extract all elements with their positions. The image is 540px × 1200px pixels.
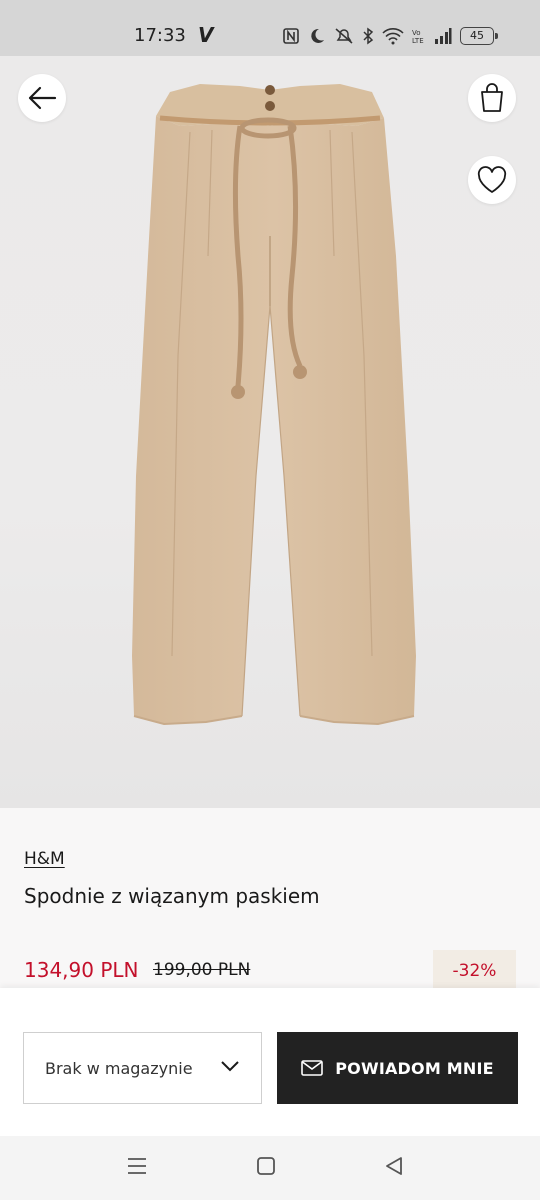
bluetooth-icon xyxy=(363,27,374,45)
back-button[interactable] xyxy=(18,74,66,122)
moon-icon xyxy=(311,28,324,43)
battery-indicator: 45 xyxy=(460,27,498,45)
product-image xyxy=(132,84,416,726)
brand-link[interactable]: H&M xyxy=(24,849,65,869)
discount-badge: -32% xyxy=(433,950,516,988)
chevron-down-icon xyxy=(221,1061,239,1072)
size-select[interactable]: Brak w magazynie xyxy=(23,1032,262,1104)
shopping-bag-icon xyxy=(481,83,503,112)
heart-outline-icon xyxy=(477,166,507,193)
envelope-icon xyxy=(301,1060,324,1076)
wifi-icon xyxy=(382,28,404,45)
status-icons: Vo LTE xyxy=(282,24,452,48)
svg-text:Vo: Vo xyxy=(412,29,421,37)
notify-me-label: POWIADOM MNIE xyxy=(335,1058,494,1078)
shopping-bag-button[interactable] xyxy=(468,74,516,122)
system-nav-bar xyxy=(0,1136,540,1200)
home-square-icon[interactable] xyxy=(256,1156,276,1176)
menu-icon[interactable] xyxy=(126,1156,148,1176)
status-bar: 17:33 V Vo LTE 45 xyxy=(0,0,540,56)
favorite-button[interactable] xyxy=(468,156,516,204)
product-image-gallery[interactable] xyxy=(0,56,540,808)
carrier-mark: V xyxy=(198,23,214,47)
notify-me-button[interactable]: POWIADOM MNIE xyxy=(277,1032,518,1104)
current-price: 134,90 PLN xyxy=(24,958,139,982)
status-time: 17:33 xyxy=(134,25,186,46)
back-triangle-icon[interactable] xyxy=(384,1156,404,1176)
volte-icon: VoLTE xyxy=(412,29,424,45)
nfc-icon xyxy=(283,28,299,44)
arrow-left-icon xyxy=(28,86,57,110)
signal-icon xyxy=(435,28,452,44)
size-select-value: Brak w magazynie xyxy=(45,1058,193,1078)
mute-icon xyxy=(335,28,353,44)
svg-text:LTE: LTE xyxy=(412,37,424,45)
product-title: Spodnie z wiązanym paskiem xyxy=(24,884,320,908)
original-price: 199,00 PLN xyxy=(153,960,251,980)
